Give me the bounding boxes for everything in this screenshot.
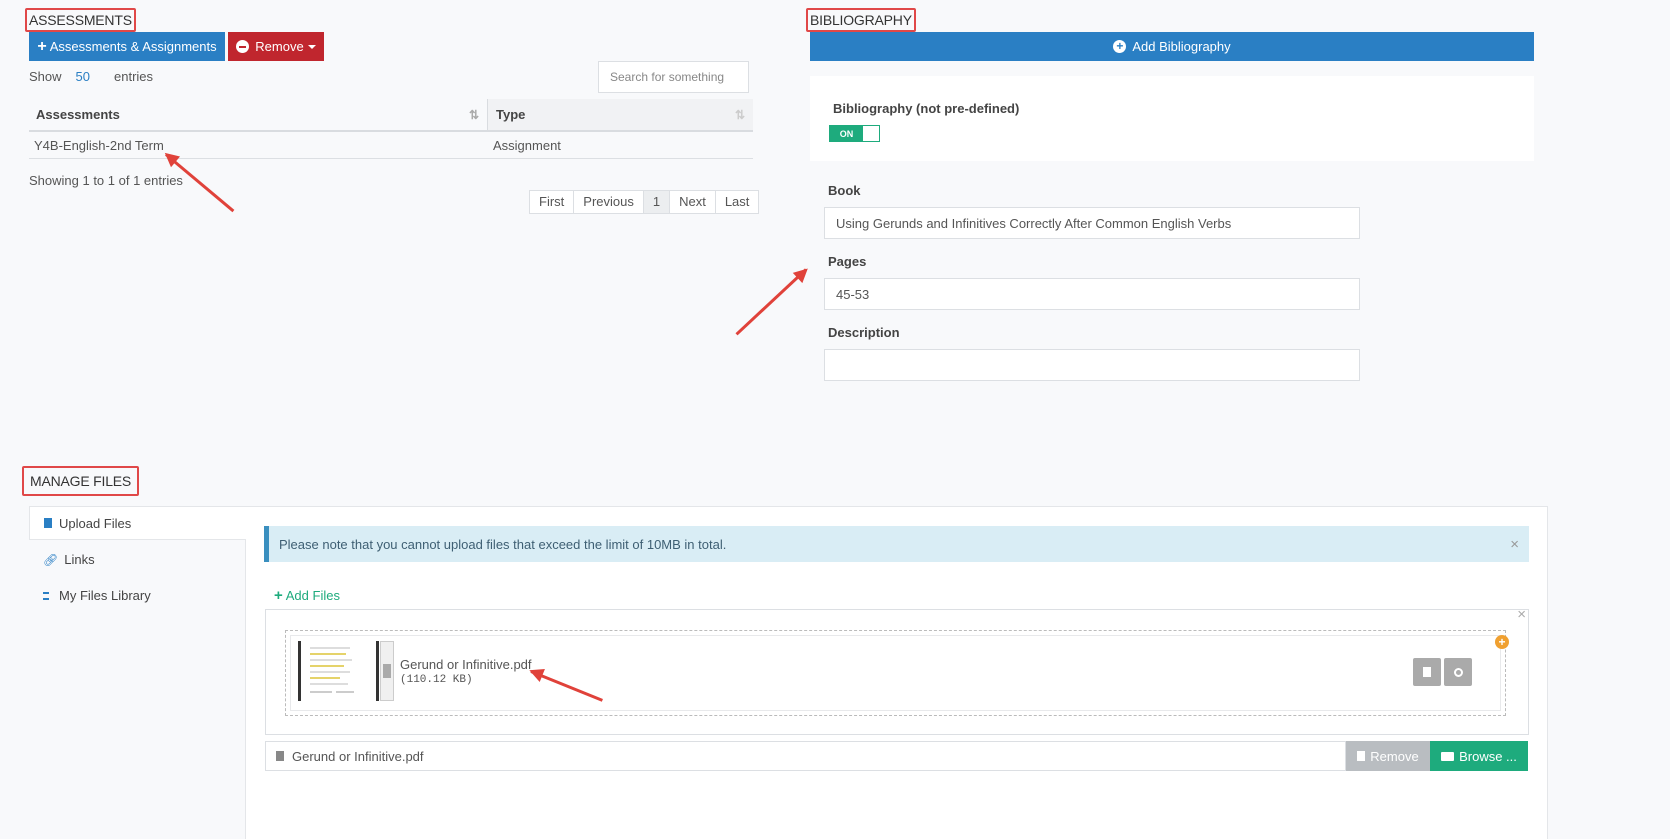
add-assessments-label: Assessments & Assignments — [49, 39, 217, 54]
file-thumbnail — [298, 641, 394, 701]
description-input[interactable] — [824, 349, 1360, 381]
entries-select[interactable]: 50 — [76, 69, 90, 84]
zoom-file-button[interactable] — [1444, 658, 1472, 686]
assessments-title: ASSESSMENTS — [25, 8, 136, 32]
file-path-value: Gerund or Infinitive.pdf — [292, 748, 424, 764]
entries-label: entries — [114, 69, 154, 84]
close-icon[interactable]: × — [1517, 606, 1526, 623]
pages-value: 45-53 — [836, 286, 870, 302]
add-files-button[interactable]: + Add Files — [274, 587, 340, 604]
library-icon — [43, 591, 49, 600]
sort-icon: ⇅ — [734, 107, 745, 122]
bibliography-toggle-panel: Bibliography (not pre-defined) ON — [810, 76, 1534, 161]
thumbnail-scrollbar[interactable] — [380, 641, 394, 701]
page-next-button[interactable]: Next — [670, 191, 716, 213]
file-preview-card: Gerund or Infinitive.pdf (110.12 KB) — [290, 635, 1501, 711]
column-header-type[interactable]: Type ⇅ — [488, 99, 753, 130]
pagination: First Previous 1 Next Last — [529, 190, 760, 214]
tab-my-files-library[interactable]: My Files Library — [43, 588, 151, 603]
manage-files-title: MANAGE FILES — [22, 466, 140, 496]
folder-open-icon — [1441, 751, 1455, 761]
table-row[interactable]: Y4B-English-2nd Term Assignment — [29, 132, 753, 159]
table-info: Showing 1 to 1 of 1 entries — [29, 173, 183, 188]
tab-upload-files-label: Upload Files — [59, 515, 132, 531]
annotation-arrow — [735, 268, 808, 336]
file-path-input[interactable]: Gerund or Infinitive.pdf — [265, 741, 1346, 771]
search-input[interactable]: Search for something — [598, 61, 749, 93]
trash-icon — [1423, 667, 1431, 677]
tab-links-label: Links — [64, 552, 95, 567]
book-label: Book — [828, 183, 861, 198]
add-files-label: Add Files — [285, 588, 340, 603]
show-label: Show — [29, 69, 62, 84]
assessments-table: Assessments ⇅ Type ⇅ Y4B-English-2nd Ter… — [29, 99, 753, 159]
remove-file-button[interactable]: Remove — [1346, 741, 1430, 771]
column-header-type-label: Type — [496, 107, 526, 122]
column-header-assessments[interactable]: Assessments ⇅ — [29, 99, 488, 130]
file-preview-container: × Gerund or Infinitive.pdf (110.12 KB) + — [265, 606, 1529, 735]
book-value: Using Gerunds and Infinitives Correctly … — [836, 215, 1232, 231]
minus-circle-icon — [236, 40, 250, 53]
remove-assessment-button[interactable]: Remove — [228, 32, 324, 61]
caret-down-icon — [307, 44, 316, 49]
tab-links[interactable]: 🔗︎ Links — [43, 552, 95, 567]
zoom-icon — [1453, 667, 1463, 677]
description-label: Description — [828, 325, 900, 340]
plus-icon: + — [274, 587, 283, 604]
remove-label: Remove — [255, 39, 304, 54]
pages-input[interactable]: 45-53 — [824, 278, 1360, 310]
row-type: Assignment — [493, 137, 561, 153]
add-circle-icon[interactable]: + — [1495, 635, 1509, 649]
notice-text: Please note that you cannot upload files… — [279, 536, 727, 552]
browse-button[interactable]: Browse ... — [1430, 741, 1528, 771]
page-previous-button[interactable]: Previous — [574, 191, 644, 213]
file-size: (110.12 KB) — [400, 674, 473, 686]
page-1-button[interactable]: 1 — [643, 191, 671, 213]
plus-icon: + — [37, 37, 47, 55]
row-assessment[interactable]: Y4B-English-2nd Term — [29, 138, 488, 153]
file-icon — [276, 751, 284, 761]
bibliography-toggle[interactable]: ON — [829, 125, 880, 142]
tab-my-files-library-label: My Files Library — [59, 588, 151, 603]
delete-file-button[interactable] — [1413, 658, 1441, 686]
sort-asc-icon: ⇅ — [468, 107, 479, 122]
file-drop-zone: Gerund or Infinitive.pdf (110.12 KB) + — [285, 630, 1509, 716]
toggle-state: ON — [830, 126, 863, 141]
column-header-assessments-label: Assessments — [36, 107, 120, 122]
remove-file-label: Remove — [1370, 748, 1419, 764]
file-name: Gerund or Infinitive.pdf — [400, 657, 532, 672]
plus-circle-icon: + — [1113, 40, 1127, 53]
close-icon[interactable]: × — [1510, 536, 1519, 553]
tab-upload-files[interactable]: Upload Files — [29, 506, 246, 540]
toggle-label: Bibliography (not pre-defined) — [833, 101, 1020, 116]
browse-label: Browse ... — [1459, 748, 1517, 764]
add-bibliography-button[interactable]: + Add Bibliography — [810, 32, 1534, 61]
bibliography-title: BIBLIOGRAPHY — [806, 8, 916, 32]
search-placeholder: Search for something — [610, 70, 725, 84]
trash-icon — [1357, 751, 1366, 761]
pages-label: Pages — [828, 254, 867, 269]
book-input[interactable]: Using Gerunds and Infinitives Correctly … — [824, 207, 1360, 239]
file-icon — [44, 518, 52, 528]
upload-limit-notice: Please note that you cannot upload files… — [264, 526, 1529, 562]
link-icon: 🔗︎ — [43, 552, 59, 567]
page-first-button[interactable]: First — [530, 191, 575, 213]
add-bibliography-label: Add Bibliography — [1132, 39, 1231, 54]
add-assessments-button[interactable]: + Assessments & Assignments — [29, 32, 225, 61]
page-last-button[interactable]: Last — [716, 191, 759, 213]
